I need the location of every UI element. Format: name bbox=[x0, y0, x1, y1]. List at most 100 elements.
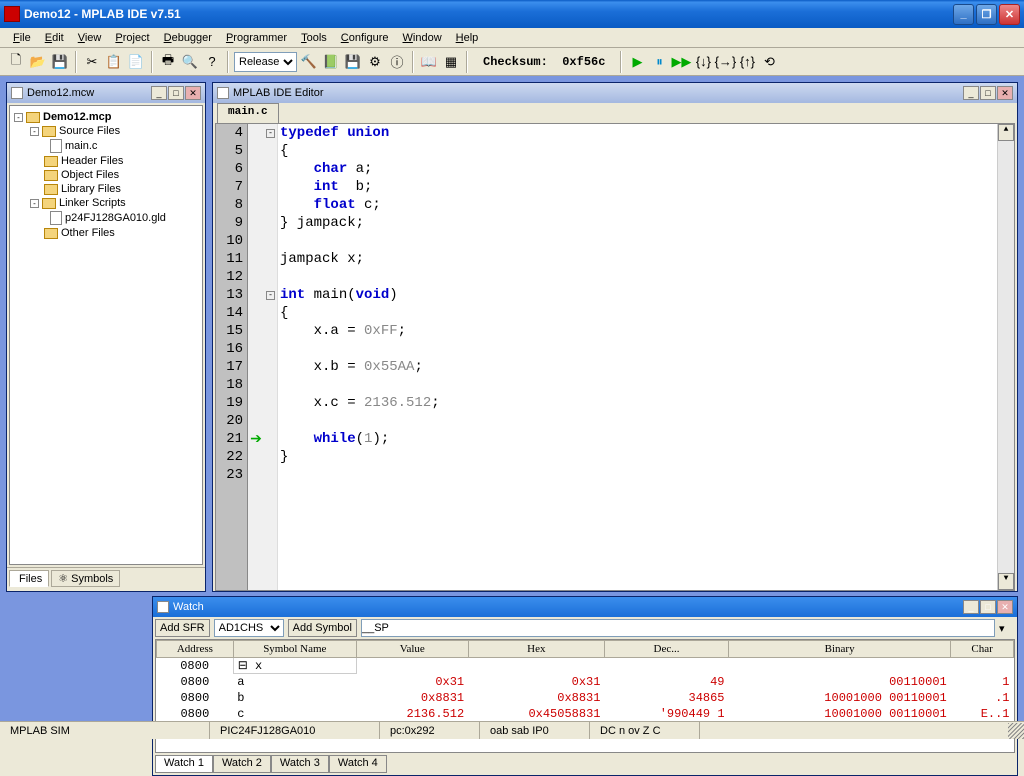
watch-tab[interactable]: Watch 2 bbox=[213, 755, 271, 773]
titlebar: Demo12 - MPLAB IDE v7.51 _ ❐ ✕ bbox=[0, 0, 1024, 28]
column-header[interactable]: Address bbox=[157, 641, 234, 658]
tree-folder[interactable]: -Linker Scripts bbox=[14, 196, 198, 210]
print-icon[interactable]: 🖶 bbox=[158, 52, 178, 72]
tab-files[interactable]: Files bbox=[9, 570, 49, 587]
save-all-icon[interactable]: 💾 bbox=[343, 52, 363, 72]
add-symbol-button[interactable]: Add Symbol bbox=[288, 619, 357, 637]
watch-window-titlebar[interactable]: Watch _ □ ✕ bbox=[153, 597, 1017, 617]
menu-debugger[interactable]: Debugger bbox=[157, 30, 219, 46]
tree-folder[interactable]: Header Files bbox=[14, 154, 198, 168]
watch-maximize-button[interactable]: □ bbox=[980, 600, 996, 614]
menu-tools[interactable]: Tools bbox=[294, 30, 334, 46]
project-close-button[interactable]: ✕ bbox=[185, 86, 201, 100]
project-tree[interactable]: -Demo12.mcp-Source Filesmain.cHeader Fil… bbox=[9, 105, 203, 565]
menu-configure[interactable]: Configure bbox=[334, 30, 396, 46]
info-icon[interactable]: ⓘ bbox=[387, 52, 407, 72]
copy-icon[interactable]: 📋 bbox=[104, 52, 124, 72]
step-into-icon[interactable]: {↓} bbox=[693, 52, 713, 72]
column-header[interactable]: Binary bbox=[729, 641, 951, 658]
resize-grip[interactable] bbox=[1008, 723, 1024, 739]
watch-row[interactable]: 0800⊟ x bbox=[157, 658, 1014, 674]
menu-help[interactable]: Help bbox=[449, 30, 486, 46]
execution-marker-column: ➔ bbox=[248, 124, 264, 590]
save-icon[interactable]: 💾 bbox=[50, 52, 70, 72]
fold-column[interactable]: -- bbox=[264, 124, 278, 590]
tab-main-c[interactable]: main.c bbox=[217, 103, 279, 123]
paste-icon[interactable]: 📄 bbox=[126, 52, 146, 72]
step-over-icon[interactable]: {→} bbox=[715, 52, 735, 72]
open-icon[interactable]: 📂 bbox=[28, 52, 48, 72]
project-minimize-button[interactable]: _ bbox=[151, 86, 167, 100]
animate-icon[interactable]: ▶▶ bbox=[671, 52, 691, 72]
watch-table[interactable]: AddressSymbol NameValueHexDec...BinaryCh… bbox=[156, 640, 1014, 722]
run-icon[interactable]: ▶ bbox=[627, 52, 647, 72]
chip-icon[interactable]: ▦ bbox=[441, 52, 461, 72]
code-text-area[interactable]: typedef union{ char a; int b; float c;} … bbox=[278, 124, 997, 590]
project-window-titlebar[interactable]: Demo12.mcw _ □ ✕ bbox=[7, 83, 205, 103]
step-out-icon[interactable]: {↑} bbox=[737, 52, 757, 72]
menu-programmer[interactable]: Programmer bbox=[219, 30, 294, 46]
sfr-select[interactable]: AD1CHS bbox=[214, 619, 284, 637]
reset-icon[interactable]: ⟲ bbox=[759, 52, 779, 72]
watch-tab[interactable]: Watch 3 bbox=[271, 755, 329, 773]
program-icon[interactable]: ⚙ bbox=[365, 52, 385, 72]
tab-symbols[interactable]: ⚛ Symbols bbox=[51, 570, 120, 587]
menu-project[interactable]: Project bbox=[108, 30, 156, 46]
app-icon bbox=[4, 6, 20, 22]
menu-edit[interactable]: Edit bbox=[38, 30, 71, 46]
scroll-down-button[interactable]: ▼ bbox=[998, 573, 1014, 590]
tree-folder[interactable]: -Source Files bbox=[14, 124, 198, 138]
watch-row[interactable]: 0800 a0x310x3149001100011 bbox=[157, 674, 1014, 690]
editor-close-button[interactable]: ✕ bbox=[997, 86, 1013, 100]
menu-file[interactable]: File bbox=[6, 30, 38, 46]
watch-row[interactable]: 0800 c2136.5120x45058831'990449 11000100… bbox=[157, 706, 1014, 722]
watch-window: Watch _ □ ✕ Add SFR AD1CHS Add Symbol ▾ … bbox=[152, 596, 1018, 776]
document-icon bbox=[157, 601, 169, 613]
editor-minimize-button[interactable]: _ bbox=[963, 86, 979, 100]
find-icon[interactable]: 🔍 bbox=[180, 52, 200, 72]
config-select[interactable]: Release bbox=[234, 52, 297, 72]
minimize-button[interactable]: _ bbox=[953, 4, 974, 25]
watch-minimize-button[interactable]: _ bbox=[963, 600, 979, 614]
column-header[interactable]: Dec... bbox=[604, 641, 728, 658]
menu-view[interactable]: View bbox=[71, 30, 109, 46]
editor-maximize-button[interactable]: □ bbox=[980, 86, 996, 100]
symbol-input[interactable] bbox=[361, 619, 995, 637]
scroll-up-button[interactable]: ▲ bbox=[998, 124, 1014, 141]
watch-row[interactable]: 0800 b0x88310x88313486510001000 00110001… bbox=[157, 690, 1014, 706]
add-sfr-button[interactable]: Add SFR bbox=[155, 619, 210, 637]
tree-folder[interactable]: Other Files bbox=[14, 226, 198, 240]
make-icon[interactable]: 📗 bbox=[321, 52, 341, 72]
book-icon[interactable]: 📖 bbox=[419, 52, 439, 72]
tree-folder[interactable]: Library Files bbox=[14, 182, 198, 196]
watch-tab[interactable]: Watch 4 bbox=[329, 755, 387, 773]
editor-window-titlebar[interactable]: MPLAB IDE Editor _ □ ✕ bbox=[213, 83, 1017, 103]
column-header[interactable]: Hex bbox=[468, 641, 604, 658]
column-header[interactable]: Char bbox=[951, 641, 1014, 658]
project-maximize-button[interactable]: □ bbox=[168, 86, 184, 100]
symbols-icon: ⚛ bbox=[58, 572, 68, 585]
tree-root[interactable]: -Demo12.mcp bbox=[14, 110, 198, 124]
tree-file[interactable]: p24FJ128GA010.gld bbox=[14, 210, 198, 226]
line-number-gutter: 4567891011121314151617181920212223 bbox=[216, 124, 248, 590]
tree-file[interactable]: main.c bbox=[14, 138, 198, 154]
cut-icon[interactable]: ✂ bbox=[82, 52, 102, 72]
maximize-button[interactable]: ❐ bbox=[976, 4, 997, 25]
new-icon[interactable]: 🗋 bbox=[6, 52, 26, 72]
project-window: Demo12.mcw _ □ ✕ -Demo12.mcp-Source File… bbox=[6, 82, 206, 592]
column-header[interactable]: Symbol Name bbox=[233, 641, 356, 658]
vertical-scrollbar[interactable]: ▲ ▼ bbox=[997, 124, 1014, 590]
build-icon[interactable]: 🔨 bbox=[299, 52, 319, 72]
dropdown-button[interactable]: ▾ bbox=[999, 622, 1015, 635]
watch-tab[interactable]: Watch 1 bbox=[155, 755, 213, 773]
status-device: PIC24FJ128GA010 bbox=[210, 722, 380, 739]
status-flags: DC n ov Z C bbox=[590, 722, 700, 739]
column-header[interactable]: Value bbox=[356, 641, 468, 658]
help-icon[interactable]: ? bbox=[202, 52, 222, 72]
watch-close-button[interactable]: ✕ bbox=[997, 600, 1013, 614]
close-button[interactable]: ✕ bbox=[999, 4, 1020, 25]
menu-window[interactable]: Window bbox=[396, 30, 449, 46]
tree-folder[interactable]: Object Files bbox=[14, 168, 198, 182]
code-editor[interactable]: 4567891011121314151617181920212223 ➔ -- … bbox=[215, 123, 1015, 591]
pause-icon[interactable]: ⏸ bbox=[649, 52, 669, 72]
